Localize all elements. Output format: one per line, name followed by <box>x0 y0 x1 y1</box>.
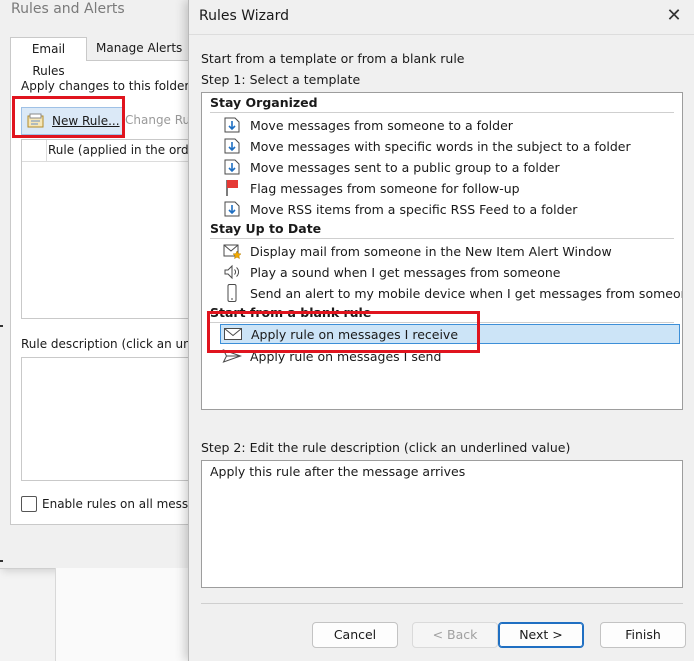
rule-description-editor[interactable]: Apply this rule after the message arrive… <box>201 460 683 588</box>
cancel-button[interactable]: Cancel <box>312 622 398 648</box>
group-header-stay-organized: Stay Organized <box>210 94 674 113</box>
rules-checkbox-column <box>22 140 47 161</box>
rules-and-alerts-window: Rules and Alerts Email Rules Manage Aler… <box>0 0 201 569</box>
change-rule-button[interactable]: Change Rul <box>125 113 194 127</box>
tab-email-rules[interactable]: Email Rules <box>10 37 87 78</box>
titlebar-divider <box>189 34 694 35</box>
rule-description-label: Rule description (click an und <box>21 337 199 351</box>
template-list[interactable]: Stay Organized Move messages from someon… <box>201 92 683 410</box>
template-label: Play a sound when I get messages from so… <box>250 264 561 280</box>
flag-icon <box>222 178 242 198</box>
move-folder-icon <box>222 199 242 219</box>
background-window-fragment <box>55 568 196 661</box>
template-apply-on-receive[interactable]: Apply rule on messages I receive <box>220 324 680 344</box>
mobile-device-icon <box>222 283 242 303</box>
rule-column-header[interactable]: Rule (applied in the orde <box>48 143 196 157</box>
template-move-public-group[interactable]: Move messages sent to a public group to … <box>222 157 672 177</box>
rules-wizard-dialog: Rules Wizard ✕ Start from a template or … <box>188 0 694 661</box>
template-label: Move RSS items from a specific RSS Feed … <box>250 201 578 217</box>
move-folder-icon <box>222 136 242 156</box>
rules-list[interactable]: Rule (applied in the orde <box>21 139 201 319</box>
edge-mark <box>0 560 3 562</box>
template-label: Move messages with specific words in the… <box>250 138 631 154</box>
speaker-icon <box>222 262 242 282</box>
template-label: Display mail from someone in the New Ite… <box>250 243 612 259</box>
template-label: Move messages sent to a public group to … <box>250 159 560 175</box>
new-rule-button[interactable]: New Rule... <box>21 107 123 135</box>
template-label: Apply rule on messages I receive <box>251 326 459 342</box>
template-move-rss[interactable]: Move RSS items from a specific RSS Feed … <box>222 199 672 219</box>
envelope-icon <box>223 324 243 344</box>
template-label: Flag messages from someone for follow-up <box>250 180 520 196</box>
wizard-titlebar: Rules Wizard ✕ <box>189 0 694 34</box>
new-rule-icon <box>26 111 46 132</box>
template-mobile-alert[interactable]: Send an alert to my mobile device when I… <box>222 283 682 303</box>
template-move-from-someone[interactable]: Move messages from someone to a folder <box>222 115 672 135</box>
move-folder-icon <box>222 115 242 135</box>
enable-rules-label: Enable rules on all messa <box>42 497 196 511</box>
group-header-blank-rule: Start from a blank rule <box>210 304 674 323</box>
tab-manage-alerts[interactable]: Manage Alerts <box>90 37 200 61</box>
template-label: Send an alert to my mobile device when I… <box>250 285 683 301</box>
template-flag-follow-up[interactable]: Flag messages from someone for follow-up <box>222 178 672 198</box>
finish-button[interactable]: Finish <box>600 622 686 648</box>
enable-rules-checkbox[interactable] <box>21 496 37 512</box>
enable-rules-option[interactable]: Enable rules on all messa <box>21 496 196 512</box>
step2-label: Step 2: Edit the rule description (click… <box>201 440 571 455</box>
back-button[interactable]: < Back <box>412 622 498 648</box>
rules-list-header: Rule (applied in the orde <box>22 140 201 162</box>
group-header-stay-up-to-date: Stay Up to Date <box>210 220 674 239</box>
email-rules-panel: Apply changes to this folder: New Rule..… <box>10 60 201 525</box>
button-divider <box>201 603 683 604</box>
rules-alerts-title: Rules and Alerts <box>11 1 125 17</box>
template-label: Move messages from someone to a folder <box>250 117 513 133</box>
rule-description-text: Apply this rule after the message arrive… <box>210 464 466 479</box>
move-folder-icon <box>222 157 242 177</box>
wizard-subtitle: Start from a template or from a blank ru… <box>201 51 465 66</box>
new-item-alert-icon <box>222 241 242 261</box>
template-new-item-alert[interactable]: Display mail from someone in the New Ite… <box>222 241 672 261</box>
rule-description-box <box>21 357 201 481</box>
template-play-sound[interactable]: Play a sound when I get messages from so… <box>222 262 672 282</box>
step1-label: Step 1: Select a template <box>201 72 361 87</box>
new-rule-label: New Rule... <box>52 114 120 128</box>
close-icon[interactable]: ✕ <box>663 4 685 28</box>
template-apply-on-send[interactable]: Apply rule on messages I send <box>222 346 672 366</box>
wizard-title: Rules Wizard <box>199 8 289 24</box>
send-icon <box>222 346 243 366</box>
template-move-specific-words[interactable]: Move messages with specific words in the… <box>222 136 672 156</box>
next-button[interactable]: Next > <box>498 622 584 648</box>
edge-mark <box>0 325 3 327</box>
template-label: Apply rule on messages I send <box>250 348 442 364</box>
